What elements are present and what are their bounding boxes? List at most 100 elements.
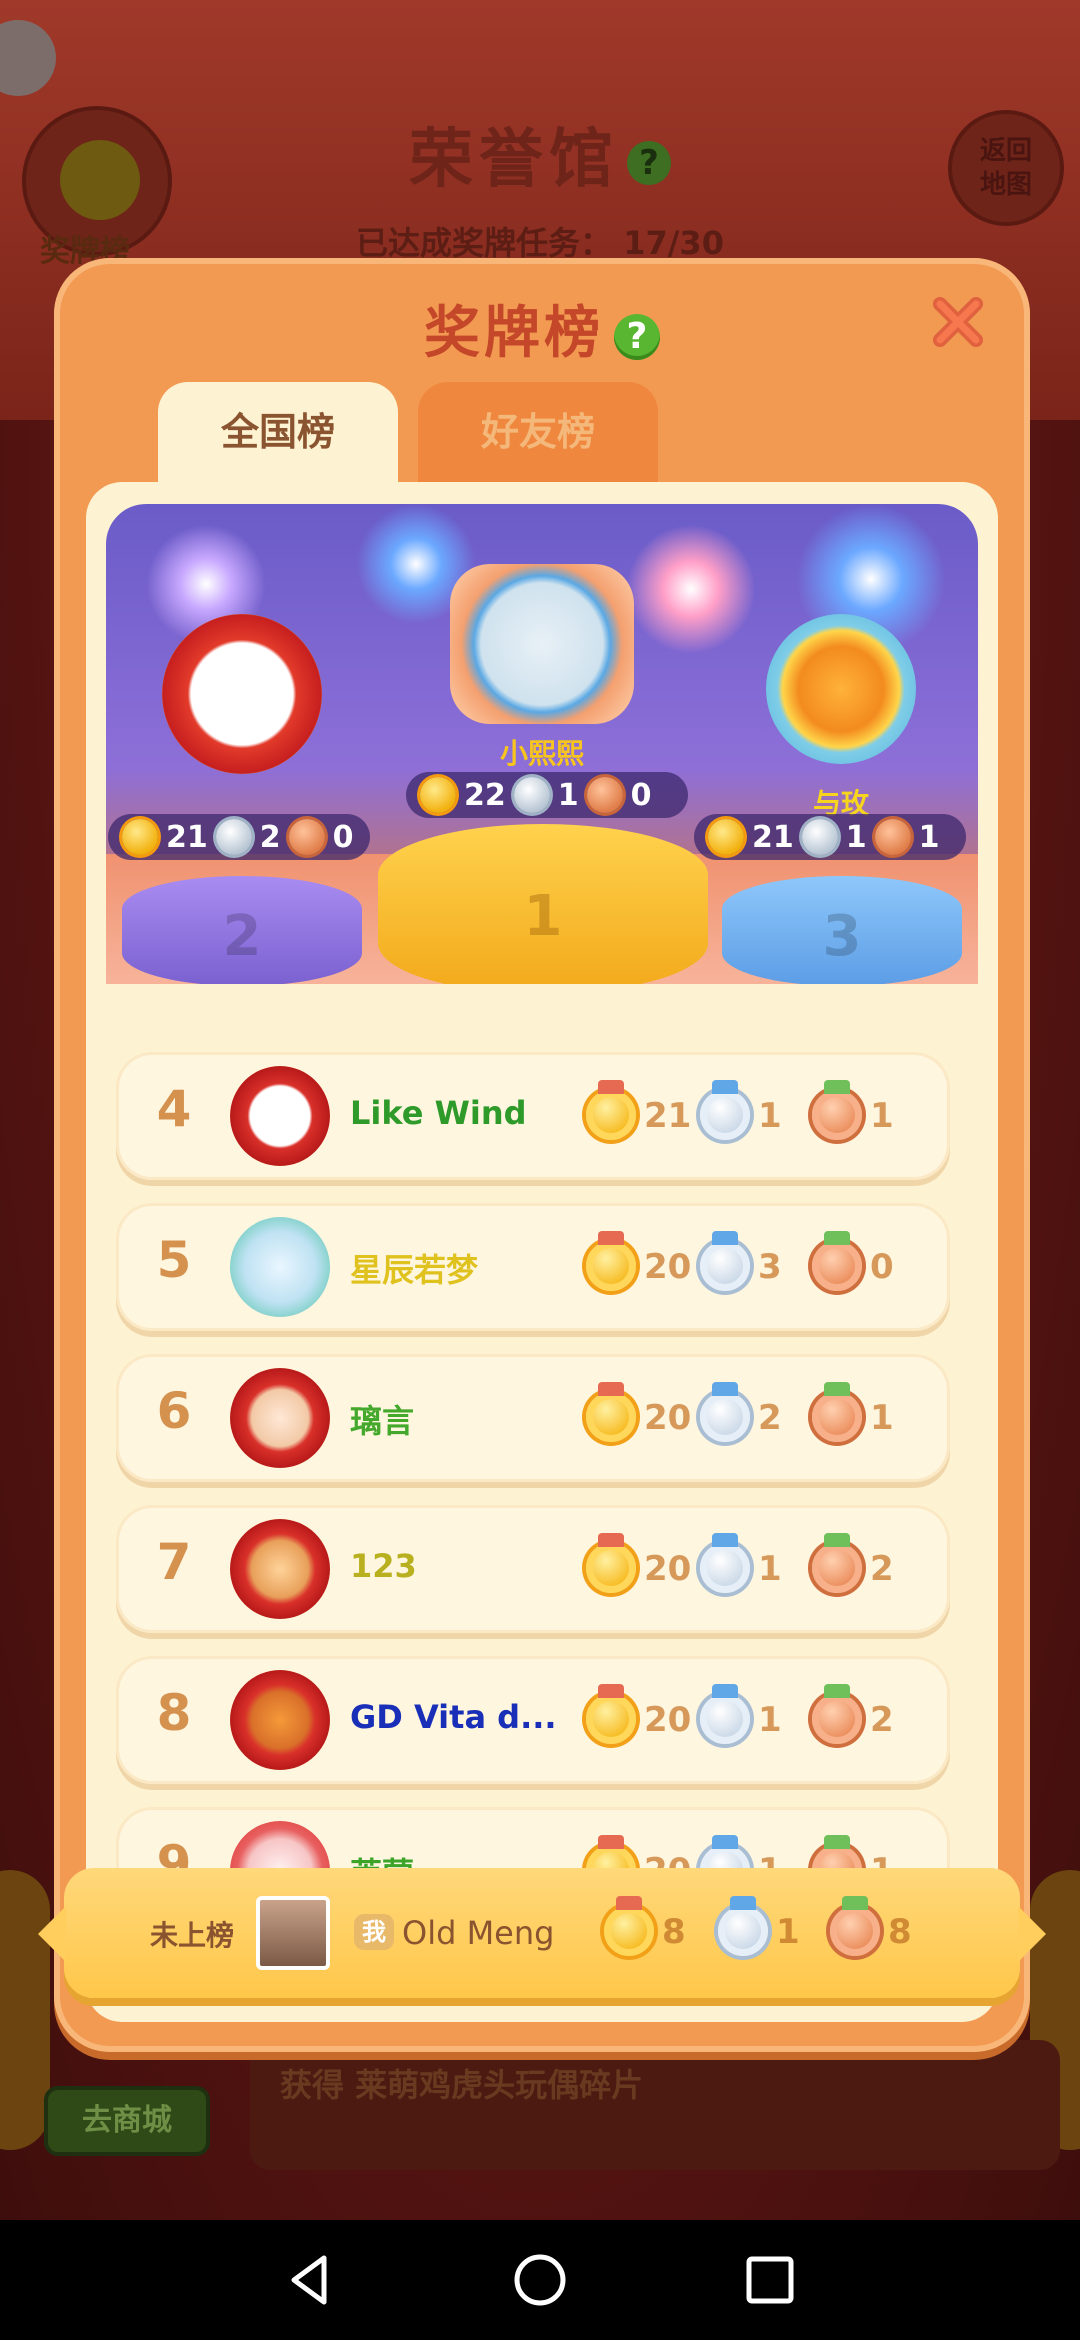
- bronze-count: 1: [870, 1096, 894, 1136]
- my-ranking-bar: 未上榜 我 Old Meng 8 1 8: [38, 1868, 1046, 1998]
- bronze-medal-icon: [812, 1533, 862, 1593]
- gold-medal-icon: [122, 819, 158, 855]
- player-name: Like Wind: [350, 1094, 527, 1132]
- first-place-name: 小熙熙: [499, 737, 584, 770]
- leaderboard-panel: 2 1 3 21 2 0 小熙熙 22 1 0 与玫 21 1 1 4 Like…: [86, 482, 998, 2022]
- my-name: Old Meng: [402, 1914, 555, 1952]
- back-to-map-button: 返回 地图: [948, 110, 1064, 226]
- bronze-count: 0: [332, 819, 354, 855]
- bronze-medal-icon: [874, 819, 911, 855]
- third-place-number: 3: [822, 904, 862, 969]
- third-place-avatar[interactable]: [766, 614, 916, 764]
- gold-medal-icon: [586, 1684, 636, 1744]
- player-name: 星辰若梦: [350, 1251, 479, 1289]
- rank-number: 8: [156, 1684, 192, 1742]
- progress-value: 17/30: [623, 224, 724, 262]
- back-label-line-2: 地图: [979, 170, 1032, 200]
- player-avatar[interactable]: [230, 1368, 330, 1468]
- rank-number: 6: [156, 1382, 192, 1440]
- player-avatar[interactable]: [230, 1519, 330, 1619]
- leaderboard-row[interactable]: 5 星辰若梦 20 3 0: [116, 1203, 950, 1331]
- medal-counts: 20 1 2: [586, 1684, 936, 1756]
- progress-label: 已达成奖牌任务：: [356, 224, 613, 262]
- gold-count: 20: [644, 1700, 692, 1740]
- recent-apps-square-icon[interactable]: [740, 2250, 800, 2310]
- silver-count: 2: [259, 819, 281, 855]
- silver-count: 1: [758, 1700, 782, 1740]
- go-shop-button: 去商城: [44, 2086, 210, 2156]
- gold-medal-icon: [586, 1080, 636, 1140]
- leaderboard-row[interactable]: 4 Like Wind 21 1 1: [116, 1052, 950, 1180]
- bronze-medal-icon: [586, 777, 623, 813]
- dialog-title: 奖牌榜?: [54, 288, 1030, 369]
- gold-medal-icon: [586, 1533, 636, 1593]
- bronze-medal-icon: [812, 1231, 862, 1291]
- leaderboard-row[interactable]: 6 璃言 20 2 1: [116, 1354, 950, 1482]
- bronze-medal-icon: [812, 1684, 862, 1744]
- bronze-count: 0: [630, 777, 652, 813]
- gold-count: 20: [644, 1247, 692, 1287]
- medal-icon: [60, 140, 140, 220]
- gold-count: 22: [464, 777, 506, 813]
- silver-count: 1: [776, 1912, 800, 1952]
- bronze-count: 2: [870, 1549, 894, 1589]
- silver-count: 1: [758, 1549, 782, 1589]
- bronze-medal-icon: [812, 1080, 862, 1140]
- silver-count: 1: [557, 777, 579, 813]
- back-triangle-icon[interactable]: [280, 2250, 340, 2310]
- silver-medal-icon: [215, 819, 252, 855]
- leaderboard-row[interactable]: 8 GD Vita d... 20 1 2: [116, 1656, 950, 1784]
- player-avatar[interactable]: [230, 1670, 330, 1770]
- firework-decoration: [626, 524, 756, 654]
- question-icon: ?: [627, 141, 671, 186]
- back-label-line-1: 返回: [979, 136, 1032, 166]
- gold-count: 8: [662, 1912, 686, 1952]
- player-avatar[interactable]: [230, 1217, 330, 1317]
- bronze-count: 1: [918, 819, 940, 855]
- reward-text: 获得 莱萌鸡虎头玩偶碎片: [280, 2066, 644, 2104]
- medal-counts: 20 2 1: [586, 1382, 936, 1454]
- first-place-medals: 22 1 0: [406, 772, 688, 818]
- dialog-title-text: 奖牌榜: [424, 301, 604, 366]
- system-navigation-bar: [0, 2220, 1080, 2340]
- player-avatar[interactable]: [230, 1066, 330, 1166]
- medal-counts: 20 1 2: [586, 1533, 936, 1605]
- gold-count: 20: [644, 1398, 692, 1438]
- second-place-number: 2: [222, 904, 262, 969]
- bronze-medal-icon: [288, 819, 325, 855]
- bronze-medal-icon: [812, 1382, 862, 1442]
- first-place-avatar[interactable]: [450, 564, 634, 724]
- third-place-medals: 21 1 1: [694, 814, 966, 860]
- gold-count: 21: [166, 819, 208, 855]
- silver-medal-icon: [700, 1533, 750, 1593]
- tab-friends[interactable]: 好友榜: [418, 382, 658, 492]
- me-badge: 我: [354, 1914, 394, 1950]
- bronze-count: 1: [870, 1398, 894, 1438]
- silver-medal-icon: [718, 1896, 768, 1956]
- silver-count: 1: [758, 1096, 782, 1136]
- bronze-count: 0: [870, 1247, 894, 1287]
- silver-count: 1: [845, 819, 867, 855]
- gold-medal-icon: [708, 819, 744, 855]
- question-icon[interactable]: ?: [614, 313, 660, 360]
- home-circle-icon[interactable]: [510, 2250, 570, 2310]
- silver-count: 3: [758, 1247, 782, 1287]
- close-icon[interactable]: [928, 292, 988, 352]
- medal-counts: 20 3 0: [586, 1231, 936, 1303]
- silver-medal-icon: [700, 1080, 750, 1140]
- my-avatar[interactable]: [256, 1896, 330, 1970]
- gold-count: 21: [644, 1096, 692, 1136]
- silver-medal-icon: [801, 819, 838, 855]
- tab-national[interactable]: 全国榜: [158, 382, 398, 492]
- second-place-avatar[interactable]: [162, 614, 322, 774]
- leaderboard-row[interactable]: 7 123 20 1 2: [116, 1505, 950, 1633]
- honor-hall-title-text: 荣誉馆: [409, 123, 619, 197]
- medal-counts: 21 1 1: [586, 1080, 936, 1152]
- my-medal-counts: 8 1 8: [604, 1896, 954, 1968]
- bronze-medal-icon: [830, 1896, 880, 1956]
- silver-medal-icon: [513, 777, 550, 813]
- top-three-podium: 2 1 3 21 2 0 小熙熙 22 1 0 与玫 21 1 1: [106, 504, 978, 984]
- rank-number: 4: [156, 1080, 192, 1138]
- bronze-count: 2: [870, 1700, 894, 1740]
- my-rank-status: 未上榜: [150, 1919, 235, 1952]
